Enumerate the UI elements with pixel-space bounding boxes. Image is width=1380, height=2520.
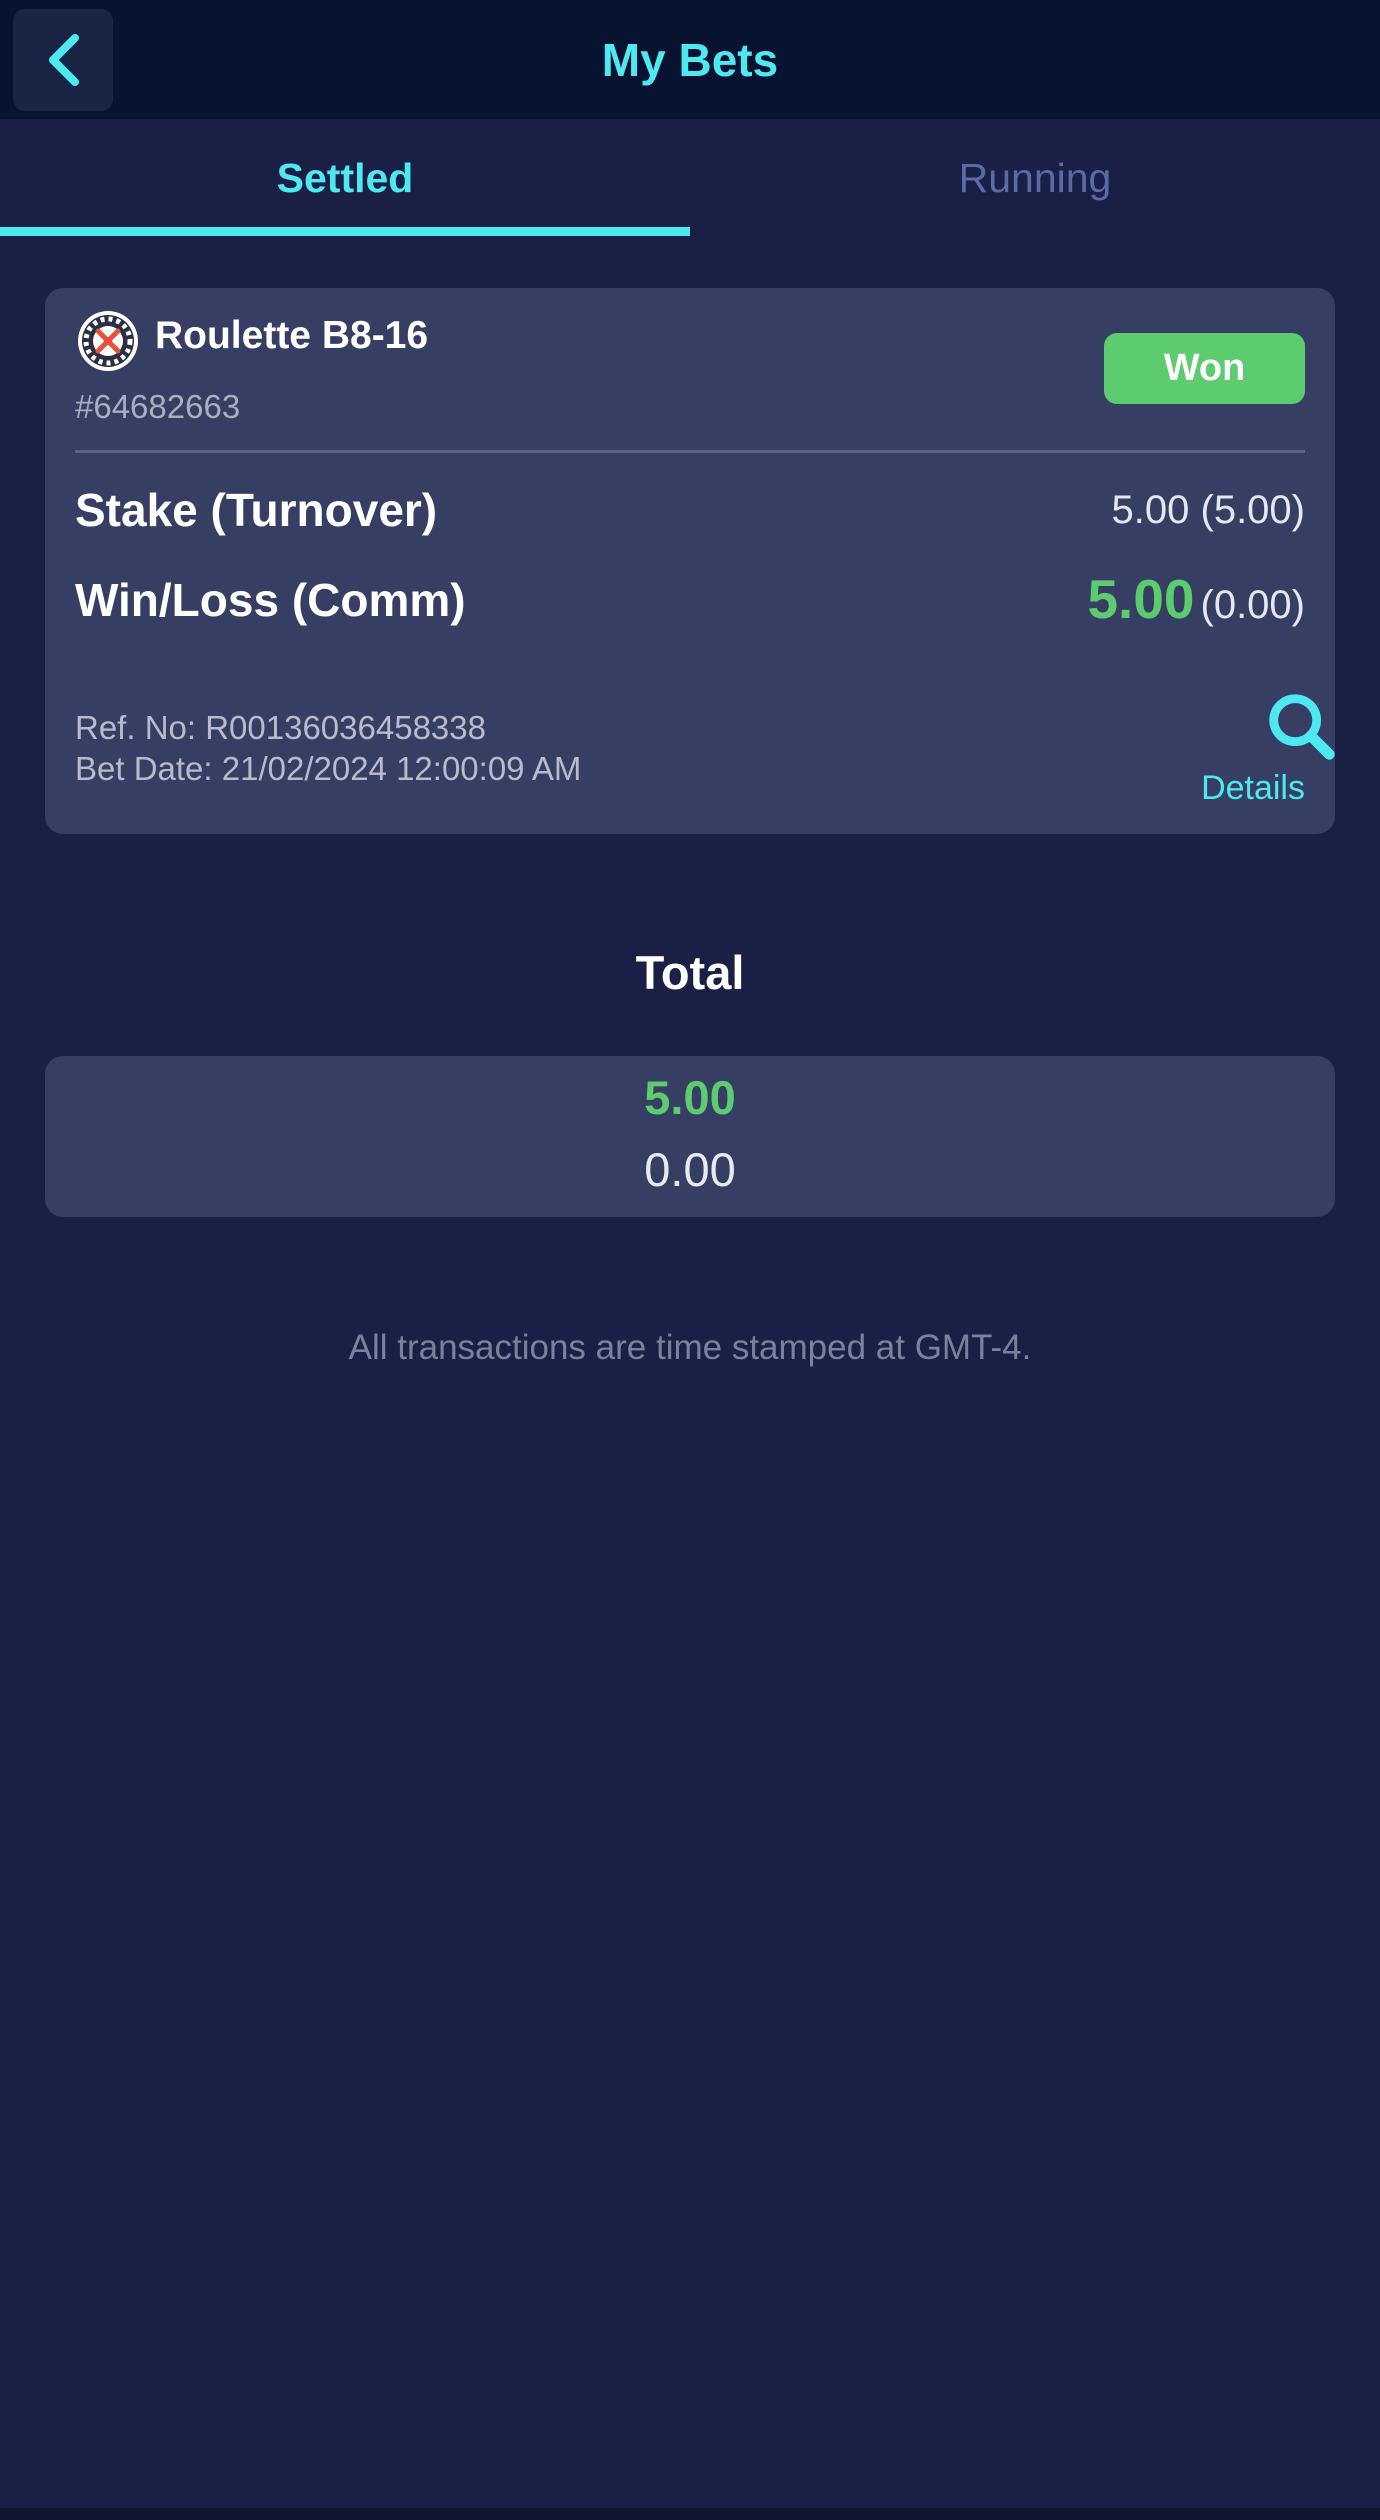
bet-card: Roulette B8-16 #64682663 Won Stake (Turn… — [45, 288, 1335, 834]
stake-label: Stake (Turnover) — [75, 484, 438, 536]
my-bets-page: My Bets Settled Running Roulette B8-16 #… — [0, 0, 1380, 2520]
timezone-footnote: All transactions are time stamped at GMT… — [348, 1328, 1032, 1367]
stake-value: 5.00 (5.00) — [1111, 488, 1305, 532]
winloss-label: Win/Loss (Comm) — [75, 574, 466, 626]
tab-running[interactable]: Running — [690, 119, 1380, 237]
card-divider — [75, 450, 1305, 453]
details-button[interactable]: Details — [1201, 688, 1335, 808]
reference-number: Ref. No: R00136036458338 — [75, 709, 486, 746]
tab-settled[interactable]: Settled — [0, 119, 690, 237]
winloss-value: 5.00 (0.00) — [1087, 564, 1305, 649]
bet-tabs: Settled Running — [0, 119, 1380, 237]
header-bar: My Bets — [0, 0, 1380, 119]
search-icon — [1269, 694, 1335, 760]
bottom-edge — [0, 2508, 1380, 2520]
game-name: Roulette B8-16 — [155, 314, 429, 357]
details-label: Details — [1201, 769, 1305, 807]
bet-id: #64682663 — [75, 388, 241, 425]
bet-date: Bet Date: 21/02/2024 12:00:09 AM — [75, 750, 582, 787]
roulette-wheel-icon — [78, 311, 138, 371]
status-badge: Won — [1104, 333, 1305, 404]
total-comm: 0.00 — [644, 1143, 736, 1196]
winloss-amount: 5.00 — [1087, 568, 1195, 630]
total-title: Total — [635, 946, 745, 999]
total-card: 5.00 0.00 — [45, 1056, 1335, 1217]
active-tab-indicator — [0, 227, 690, 236]
total-winloss: 5.00 — [644, 1071, 736, 1124]
winloss-comm: (0.00) — [1200, 583, 1306, 627]
page-title: My Bets — [601, 33, 779, 86]
